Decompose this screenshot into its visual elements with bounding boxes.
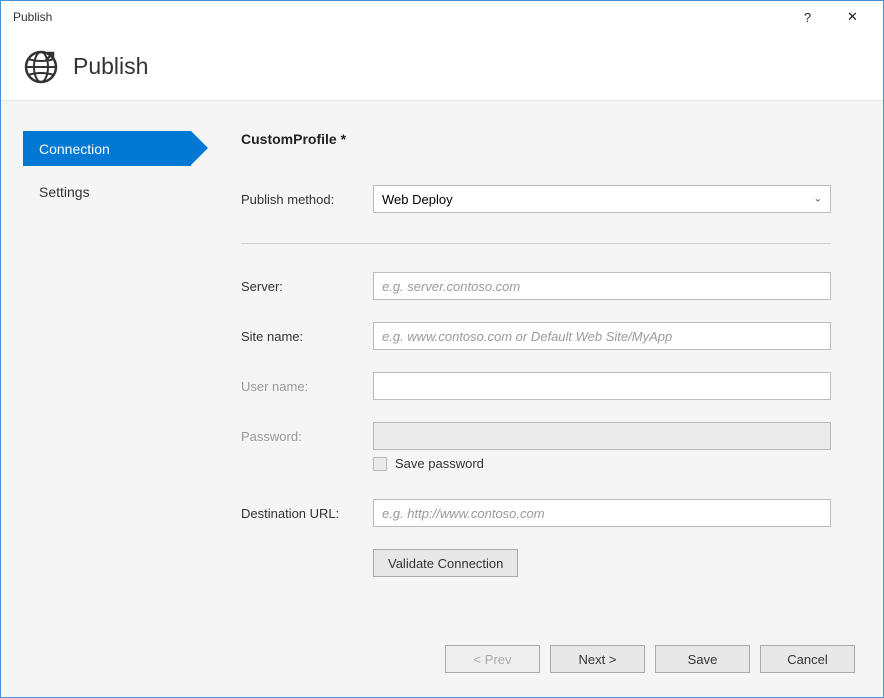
label-password: Password: [241,429,373,444]
help-button[interactable]: ? [785,2,830,32]
title-bar: Publish ? ✕ [1,1,883,33]
label-publish-method: Publish method: [241,192,373,207]
row-user-name: User name: [241,372,831,400]
section-divider [241,243,831,244]
save-button[interactable]: Save [655,645,750,673]
sidebar-item-settings[interactable]: Settings [23,174,191,209]
label-save-password: Save password [395,456,484,471]
help-icon: ? [804,10,811,25]
sidebar-item-label: Connection [39,141,110,157]
dialog-header: Publish [1,33,883,101]
publish-dialog: Publish ? ✕ Publish Connection [0,0,884,698]
label-server: Server: [241,279,373,294]
profile-title: CustomProfile * [241,131,831,147]
destination-url-input[interactable] [373,499,831,527]
validate-connection-button[interactable]: Validate Connection [373,549,518,577]
footer-buttons: < Prev Next > Save Cancel [1,627,883,697]
next-button[interactable]: Next > [550,645,645,673]
window-title: Publish [13,10,785,24]
row-site-name: Site name: [241,322,831,350]
site-name-input[interactable] [373,322,831,350]
row-server: Server: [241,272,831,300]
header-title: Publish [73,53,148,80]
label-site-name: Site name: [241,329,373,344]
password-input[interactable] [373,422,831,450]
sidebar-item-connection[interactable]: Connection [23,131,191,166]
close-icon: ✕ [847,9,858,25]
row-publish-method: Publish method: Web Deploy ⌄ [241,185,831,213]
row-save-password: Save password [373,456,831,471]
row-destination-url: Destination URL: [241,499,831,527]
form-area: CustomProfile * Publish method: Web Depl… [201,131,883,627]
sidebar: Connection Settings [1,131,201,627]
publish-method-select[interactable]: Web Deploy ⌄ [373,185,831,213]
chevron-down-icon: ⌄ [814,194,822,205]
content-area: Connection Settings CustomProfile * Publ… [1,101,883,697]
row-validate: Validate Connection [373,549,831,577]
save-password-checkbox[interactable] [373,457,387,471]
row-password: Password: [241,422,831,450]
label-destination-url: Destination URL: [241,506,373,521]
user-name-input[interactable] [373,372,831,400]
globe-publish-icon [23,49,59,85]
main-area: Connection Settings CustomProfile * Publ… [1,101,883,627]
publish-method-value: Web Deploy [382,192,453,207]
close-button[interactable]: ✕ [830,2,875,32]
cancel-button[interactable]: Cancel [760,645,855,673]
sidebar-item-label: Settings [39,184,90,200]
label-user-name: User name: [241,379,373,394]
server-input[interactable] [373,272,831,300]
prev-button: < Prev [445,645,540,673]
